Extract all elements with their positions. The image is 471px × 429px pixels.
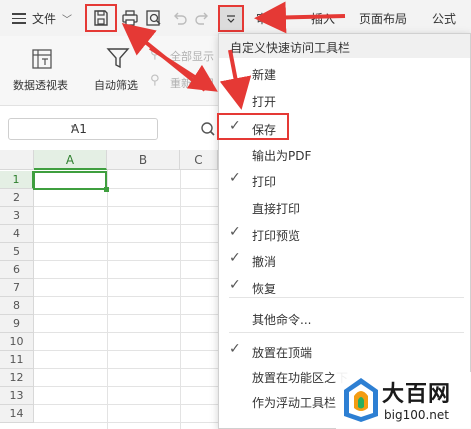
show-all-label[interactable]: 全部显示 xyxy=(170,48,214,64)
grid-line xyxy=(107,170,108,429)
grid-line xyxy=(34,278,218,279)
row-header[interactable]: 8 xyxy=(0,297,34,315)
row-header[interactable]: 9 xyxy=(0,315,34,333)
menu-item-label: 撤消 xyxy=(252,255,277,269)
filter-icon[interactable] xyxy=(106,46,130,70)
menu-item-label: 打开 xyxy=(252,95,277,109)
customize-toolbar-button[interactable] xyxy=(218,5,244,32)
row-header[interactable]: 14 xyxy=(0,405,34,423)
grid-line xyxy=(34,404,218,405)
menu-item-label: 输出为PDF xyxy=(252,149,312,163)
checkmark-icon: ✓ xyxy=(229,224,241,240)
chevron-down-icon: ▾ xyxy=(71,123,76,133)
menu-item-label: 打印预览 xyxy=(252,229,301,243)
row-header[interactable]: 5 xyxy=(0,243,34,261)
pivot-table-icon[interactable] xyxy=(31,48,53,70)
row-header[interactable]: 12 xyxy=(0,369,34,387)
row-header[interactable]: 1 xyxy=(0,171,34,189)
customize-toolbar-menu: 自定义快速访问工具栏 新建 打开 ✓ 保存 输出为PDF ✓ 打印 直接打印 ✓ 打印预览 ✓ 撤消 ✓… xyxy=(218,33,471,429)
zoom-icon[interactable] xyxy=(200,121,216,137)
print-preview-icon[interactable] xyxy=(145,9,163,27)
tab-review[interactable]: 审阅 xyxy=(256,10,280,27)
menu-item-0[interactable]: 新建 xyxy=(219,62,470,86)
grid-line xyxy=(34,332,218,333)
row-header[interactable]: 2 xyxy=(0,189,34,207)
tab-formula[interactable]: 公式 xyxy=(432,10,456,27)
checkmark-icon: ✓ xyxy=(229,341,241,357)
menu-item-label: 打印 xyxy=(252,175,277,189)
undo-icon[interactable] xyxy=(171,9,189,27)
menu-separator xyxy=(229,297,464,298)
row-header[interactable]: 11 xyxy=(0,351,34,369)
grid-line xyxy=(34,242,218,243)
menu-item-label: 作为浮动工具栏 xyxy=(252,396,337,410)
grid-line xyxy=(34,368,218,369)
checkmark-icon: ✓ xyxy=(229,277,241,293)
menu-item-label: 直接打印 xyxy=(252,202,301,216)
select-all-corner[interactable] xyxy=(0,150,34,170)
menu-item-5[interactable]: 直接打印 xyxy=(219,196,470,220)
menu-item-label: 新建 xyxy=(252,68,277,82)
show-all-icon: ⚲ xyxy=(150,47,160,62)
menu-item-3[interactable]: 输出为PDF xyxy=(219,143,470,167)
redo-icon[interactable] xyxy=(193,9,211,27)
selected-cell[interactable] xyxy=(33,171,109,192)
menu-title: 自定义快速访问工具栏 xyxy=(219,34,470,58)
column-header[interactable]: A xyxy=(34,150,107,170)
logo-url: big100.net xyxy=(384,408,449,422)
menu-item-label: 恢复 xyxy=(252,282,277,296)
row-header[interactable]: 7 xyxy=(0,279,34,297)
grid-line xyxy=(34,314,218,315)
reapply-icon: ⚲ xyxy=(150,73,160,88)
menu-item-label: 其他命令... xyxy=(252,313,312,327)
file-menu[interactable]: 文件 ﹀ xyxy=(12,10,72,27)
menu-item-6[interactable]: ✓ 打印预览 xyxy=(219,223,470,247)
row-header[interactable]: 6 xyxy=(0,261,34,279)
menu-item-label: 放置在顶端 xyxy=(252,346,313,360)
reapply-label[interactable]: 重新应用 xyxy=(170,75,214,91)
row-header[interactable]: 3 xyxy=(0,207,34,225)
menu-item-9[interactable]: 其他命令... xyxy=(219,307,470,331)
row-header[interactable]: 4 xyxy=(0,225,34,243)
name-box[interactable]: A1 ▾ xyxy=(8,118,158,140)
grid-line xyxy=(34,350,218,351)
grid-line xyxy=(34,206,218,207)
pivot-table-label[interactable]: 数据透视表 xyxy=(13,77,68,93)
chevron-down-icon xyxy=(227,14,235,23)
chevron-down-icon: ﹀ xyxy=(62,15,73,26)
menu-item-4[interactable]: ✓ 打印 xyxy=(219,169,470,193)
column-header[interactable]: C xyxy=(180,150,218,170)
grid-line xyxy=(34,386,218,387)
watermark-logo: 大百网 big100.net xyxy=(336,372,471,429)
tab-insert[interactable]: 插入 xyxy=(311,10,335,27)
grid-line xyxy=(34,224,218,225)
grid-line xyxy=(34,422,218,423)
print-icon[interactable] xyxy=(121,9,139,27)
file-menu-label: 文件 xyxy=(32,12,57,26)
save-item-highlight-box xyxy=(217,113,289,140)
grid-line xyxy=(180,170,181,429)
row-header[interactable]: 10 xyxy=(0,333,34,351)
title-bar: 文件 ﹀ 审阅 插入 页面布局 公式 xyxy=(0,0,471,36)
menu-item-7[interactable]: ✓ 撤消 xyxy=(219,249,470,273)
menu-item-1[interactable]: 打开 xyxy=(219,89,470,113)
menu-item-label: 放置在功能区之下 xyxy=(252,371,349,385)
row-header[interactable]: 13 xyxy=(0,387,34,405)
menu-separator xyxy=(229,332,464,333)
checkmark-icon: ✓ xyxy=(229,170,241,186)
checkmark-icon: ✓ xyxy=(229,250,241,266)
auto-filter-label[interactable]: 自动筛选 xyxy=(94,77,138,93)
grid-line xyxy=(34,296,218,297)
menu-item-10[interactable]: ✓ 放置在顶端 xyxy=(219,340,470,364)
hamburger-icon xyxy=(12,13,26,24)
grid-line xyxy=(34,260,218,261)
save-highlight-box xyxy=(85,4,117,32)
column-header[interactable]: B xyxy=(107,150,180,170)
tab-page-layout[interactable]: 页面布局 xyxy=(359,10,407,27)
logo-icon xyxy=(344,378,378,422)
logo-title: 大百网 xyxy=(382,382,452,407)
